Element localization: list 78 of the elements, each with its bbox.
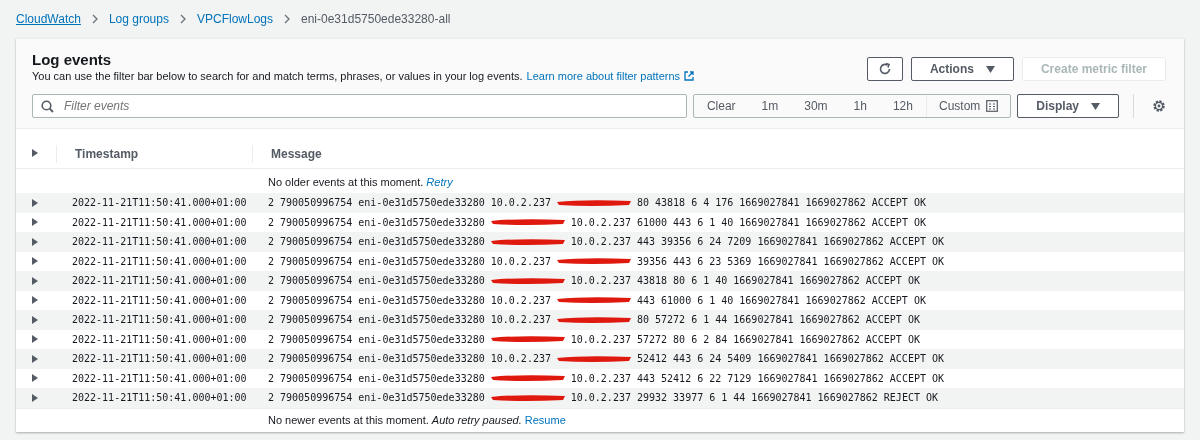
- timestamp-cell-text: 2022-11-21T11:50:41.000+01:00: [71, 255, 248, 267]
- message-text: 2 790050996754 eni-0e31d5750ede33280: [268, 275, 485, 287]
- message-text: 2 790050996754 eni-0e31d5750ede33280 10.0.2.237: [268, 197, 551, 209]
- time-range-button[interactable]: Custom: [925, 95, 1011, 117]
- message-text: 2 790050996754 eni-0e31d5750ede33280: [268, 372, 485, 384]
- timestamp-cell-text: 2022-11-21T11:50:41.000+01:00: [71, 216, 248, 228]
- timestamp-cell-text: 2022-11-21T11:50:41.000+01:00: [71, 392, 248, 404]
- timestamp-cell-text: 2022-11-21T11:50:41.000+01:00: [71, 275, 248, 287]
- panel-title: Log events: [32, 51, 113, 68]
- refresh-button[interactable]: [866, 57, 903, 81]
- message-text: 10.0.2.237 61000 443 6 1 40 1669027841 1669027862 ACCEPT OK: [570, 216, 926, 228]
- expand-toggle[interactable]: [30, 334, 40, 345]
- display-dropdown[interactable]: Display: [1017, 94, 1119, 118]
- column-header: Timestamp: [56, 144, 252, 163]
- calendar-icon: [986, 100, 999, 112]
- message-text: 10.0.2.237 443 39356 6 24 7209 1669027841 1669027862 ACCEPT OK: [570, 236, 945, 248]
- breadcrumb-link[interactable]: VPCFlowLogs: [196, 12, 273, 26]
- timestamp-cell-text: 2022-11-21T11:50:41.000+01:00: [71, 353, 248, 365]
- refresh-icon: [877, 62, 892, 76]
- expand-toggle[interactable]: [30, 392, 40, 403]
- message-text: 2 790050996754 eni-0e31d5750ede33280: [268, 392, 485, 404]
- search-icon: [41, 99, 54, 113]
- expand-all-icon[interactable]: [30, 147, 40, 158]
- expand-toggle[interactable]: [30, 295, 40, 306]
- external-link-icon: [684, 71, 695, 81]
- newer-events-note: No newer events at this moment. Auto retry paused.: [268, 413, 523, 426]
- filter-field[interactable]: Filter events: [32, 94, 687, 118]
- older-events-note: No older events at this moment.: [268, 176, 425, 188]
- message-text: 52412 443 6 24 5409 1669027841 1669027862 ACCEPT OK: [636, 353, 944, 365]
- message-text: 10.0.2.237 443 52412 6 22 7129 1669027841 1669027862 ACCEPT OK: [570, 372, 945, 384]
- expand-toggle[interactable]: [30, 197, 40, 208]
- message-text: 2 790050996754 eni-0e31d5750ede33280 10.0.2.237: [268, 294, 551, 306]
- message-text: 443 61000 6 1 40 1669027841 1669027862 ACCEPT OK: [636, 294, 926, 306]
- message-text: 2 790050996754 eni-0e31d5750ede33280 10.0.2.237: [268, 255, 551, 267]
- message-text: 2 790050996754 eni-0e31d5750ede33280: [268, 333, 485, 345]
- actions-dropdown[interactable]: Actions: [910, 57, 1014, 81]
- timestamp-cell-text: 2022-11-21T11:50:41.000+01:00: [71, 372, 248, 384]
- message-text: 10.0.2.237 43818 80 6 1 40 1669027841 1669027862 ACCEPT OK: [570, 275, 920, 287]
- message-text: 39356 443 6 23 5369 1669027841 1669027862 ACCEPT OK: [636, 255, 944, 267]
- learn-more-link[interactable]: Learn more about filter patterns: [526, 70, 695, 82]
- message-text: 10.0.2.237 57272 80 6 2 84 1669027841 1669027862 ACCEPT OK: [570, 333, 920, 345]
- expand-toggle[interactable]: [30, 236, 40, 247]
- settings-icon[interactable]: [1152, 99, 1166, 113]
- message-text: 2 790050996754 eni-0e31d5750ede33280: [268, 236, 485, 248]
- expand-toggle[interactable]: [30, 314, 40, 325]
- expand-toggle[interactable]: [30, 373, 40, 384]
- column-header: Message: [252, 144, 1184, 163]
- breadcrumb-link[interactable]: CloudWatch: [16, 12, 81, 26]
- timestamp-cell-text: 2022-11-21T11:50:41.000+01:00: [71, 314, 248, 326]
- resume-link[interactable]: Resume: [524, 413, 566, 426]
- timestamp-cell-text: 2022-11-21T11:50:41.000+01:00: [71, 197, 248, 209]
- expand-toggle[interactable]: [30, 353, 40, 364]
- time-range-button[interactable]: 1m: [748, 95, 792, 117]
- time-range-button[interactable]: 30m: [791, 95, 841, 117]
- chevron-icon: [178, 14, 187, 24]
- caret-icon: [1091, 102, 1100, 110]
- message-text: 10.0.2.237 29932 33977 6 1 44 1669027841 1669027862 REJECT OK: [570, 392, 938, 404]
- message-text: 2 790050996754 eni-0e31d5750ede33280 10.0.2.237: [268, 353, 551, 365]
- expand-toggle[interactable]: [30, 275, 40, 286]
- caret-icon: [985, 65, 995, 73]
- timestamp-cell-text: 2022-11-21T11:50:41.000+01:00: [71, 236, 248, 248]
- message-text: 80 43818 6 4 176 1669027841 1669027862 ACCEPT OK: [636, 197, 926, 209]
- expand-toggle[interactable]: [30, 217, 40, 228]
- retry-link[interactable]: Retry: [426, 176, 453, 188]
- chevron-icon: [283, 14, 291, 24]
- current-log-stream-name: eni-0e31d5750ede33280-all: [301, 12, 451, 26]
- breadcrumb-link[interactable]: Log groups: [108, 12, 169, 26]
- timestamp-cell-text: 2022-11-21T11:50:41.000+01:00: [71, 294, 248, 306]
- message-text: 2 790050996754 eni-0e31d5750ede33280: [268, 216, 485, 228]
- panel-description: You can use the filter bar below to search for and match terms, phrases, or values in your log events.: [32, 70, 523, 82]
- time-range-button[interactable]: 12h: [879, 95, 926, 117]
- time-range-button[interactable]: Clear: [693, 95, 749, 117]
- message-text: 80 57272 6 1 44 1669027841 1669027862 ACCEPT OK: [636, 314, 920, 326]
- message-text: 2 790050996754 eni-0e31d5750ede33280 10.0.2.237: [268, 314, 551, 326]
- timestamp-cell-text: 2022-11-21T11:50:41.000+01:00: [71, 333, 248, 345]
- expand-toggle[interactable]: [30, 256, 40, 267]
- time-range-button[interactable]: 1h: [840, 95, 880, 117]
- chevron-icon: [90, 14, 99, 24]
